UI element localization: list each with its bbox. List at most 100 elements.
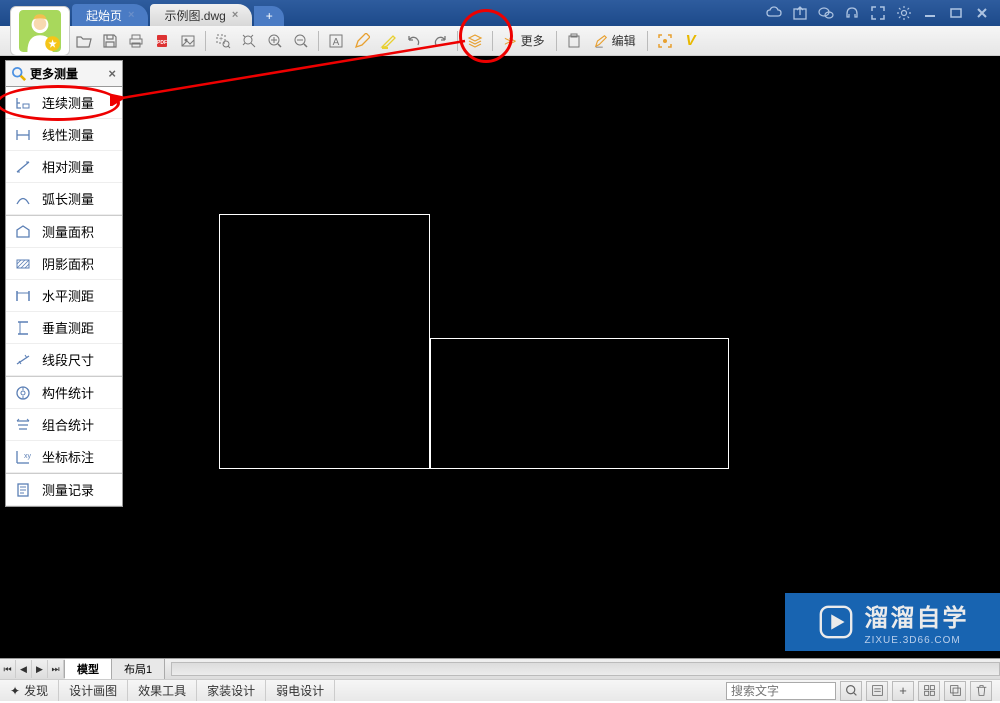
panel-title: 更多测量	[30, 65, 78, 82]
tab-close-icon[interactable]: ×	[232, 9, 238, 21]
panel-item-hatch-area[interactable]: 阴影面积	[6, 248, 122, 280]
combined-stat-icon	[14, 416, 32, 434]
drawing-canvas[interactable]	[0, 56, 1000, 658]
nav-prev[interactable]: ◀	[16, 660, 32, 678]
zoom-out-icon[interactable]	[289, 29, 313, 53]
panel-item-arc-measure[interactable]: 弧长测量	[6, 183, 122, 215]
print-icon[interactable]	[124, 29, 148, 53]
zoom-extents-icon[interactable]	[237, 29, 261, 53]
bottom-tab-label: 家装设计	[207, 682, 255, 699]
open-icon[interactable]	[72, 29, 96, 53]
zoom-window-icon[interactable]: +	[211, 29, 235, 53]
search-input[interactable]	[726, 682, 836, 700]
continuous-measure-icon	[14, 94, 32, 112]
panel-item-horizontal-dist[interactable]: 水平测距	[6, 280, 122, 312]
text-icon[interactable]: A	[324, 29, 348, 53]
watermark: 溜溜自学 ZIXUE.3D66.COM	[785, 593, 1000, 651]
panel-item-label: 测量记录	[42, 480, 94, 499]
bottom-tab-label: 效果工具	[138, 682, 186, 699]
headset-icon[interactable]	[844, 5, 860, 21]
settings-icon[interactable]	[896, 5, 912, 21]
compass-icon: ✦	[10, 684, 20, 698]
image-export-icon[interactable]	[176, 29, 200, 53]
panel-item-area-measure[interactable]: 测量面积	[6, 216, 122, 248]
watermark-url: ZIXUE.3D66.COM	[865, 635, 969, 646]
area-measure-icon	[14, 223, 32, 241]
horizontal-scrollbar[interactable]	[171, 662, 1000, 676]
panel-item-label: 线性测量	[42, 125, 94, 144]
panel-item-continuous-measure[interactable]: 连续测量	[6, 87, 122, 119]
bottom-tab-home-design[interactable]: 家装设计	[197, 680, 266, 701]
bottom-tab-weak-current[interactable]: 弱电设计	[266, 680, 335, 701]
nav-last[interactable]: ⏭	[48, 660, 64, 678]
layout-tab-layout1[interactable]: 布局1	[112, 659, 165, 679]
tab-close-icon[interactable]: ×	[128, 9, 134, 21]
panel-item-component-stat[interactable]: 构件统计	[6, 377, 122, 409]
panel-item-label: 组合统计	[42, 415, 94, 434]
user-avatar[interactable]	[10, 6, 70, 56]
highlighter-icon[interactable]	[376, 29, 400, 53]
panel-item-label: 测量面积	[42, 222, 94, 241]
nav-next[interactable]: ▶	[32, 660, 48, 678]
layers-icon[interactable]	[463, 29, 487, 53]
list-icon[interactable]	[866, 681, 888, 701]
panel-item-label: 线段尺寸	[42, 350, 94, 369]
tab-start[interactable]: 起始页 ×	[72, 4, 148, 26]
bottom-tab-label: 弱电设计	[276, 682, 324, 699]
pencil-icon[interactable]	[350, 29, 374, 53]
copy-icon[interactable]	[944, 681, 966, 701]
save-icon[interactable]	[98, 29, 122, 53]
bottom-tab-discover[interactable]: ✦ 发现	[0, 680, 59, 701]
fullscreen-icon[interactable]	[870, 5, 886, 21]
chevrons-icon: ≫	[504, 34, 517, 48]
vip-icon[interactable]: V	[679, 29, 703, 53]
panel-close-icon[interactable]: ×	[108, 66, 116, 81]
nav-first[interactable]: ⏮	[0, 660, 16, 678]
share-icon[interactable]	[792, 5, 808, 21]
measure-panel: 更多测量 × 连续测量 线性测量 相对测量 弧长测量 测量面积 阴影面积 水平测…	[5, 60, 123, 507]
zoom-in-icon[interactable]	[263, 29, 287, 53]
relative-measure-icon	[14, 158, 32, 176]
panel-item-combined-stat[interactable]: 组合统计	[6, 409, 122, 441]
tab-label: 示例图.dwg	[164, 7, 225, 24]
tab-add[interactable]: +	[254, 6, 284, 26]
panel-item-relative-measure[interactable]: 相对测量	[6, 151, 122, 183]
edit-button[interactable]: 编辑	[588, 29, 642, 53]
delete-icon[interactable]	[970, 681, 992, 701]
cloud-icon[interactable]	[766, 5, 782, 21]
search-button[interactable]	[840, 681, 862, 701]
panel-item-linear-measure[interactable]: 线性测量	[6, 119, 122, 151]
panel-item-segment-size[interactable]: 线段尺寸	[6, 344, 122, 376]
wechat-icon[interactable]	[818, 5, 834, 21]
minimize-icon[interactable]	[922, 5, 938, 21]
more-button[interactable]: ≫ 更多	[498, 29, 551, 53]
scan-icon[interactable]	[653, 29, 677, 53]
arc-measure-icon	[14, 190, 32, 208]
maximize-icon[interactable]	[948, 5, 964, 21]
panel-item-label: 连续测量	[42, 93, 94, 112]
linear-measure-icon	[14, 126, 32, 144]
clipboard-icon[interactable]	[562, 29, 586, 53]
svg-text:xy: xy	[24, 453, 31, 460]
tab-file[interactable]: 示例图.dwg ×	[150, 4, 252, 26]
bottom-tab-design-draw[interactable]: 设计画图	[59, 680, 128, 701]
undo-icon[interactable]	[402, 29, 426, 53]
bottom-tab-effect-tool[interactable]: 效果工具	[128, 680, 197, 701]
hatch-area-icon	[14, 255, 32, 273]
segment-size-icon	[14, 351, 32, 369]
redo-icon[interactable]	[428, 29, 452, 53]
panel-item-measure-record[interactable]: 测量记录	[6, 474, 122, 506]
pdf-icon[interactable]: PDF	[150, 29, 174, 53]
panel-item-coord-label[interactable]: xy 坐标标注	[6, 441, 122, 473]
layout-tab-model[interactable]: 模型	[65, 659, 112, 679]
edit-icon	[594, 34, 608, 48]
svg-text:PDF: PDF	[157, 40, 167, 46]
svg-text:A: A	[333, 37, 340, 48]
thumbnail-icon[interactable]	[918, 681, 940, 701]
panel-item-label: 水平测距	[42, 286, 94, 305]
add-icon[interactable]: +	[892, 681, 914, 701]
close-icon[interactable]	[974, 5, 990, 21]
panel-item-label: 相对测量	[42, 157, 94, 176]
panel-item-vertical-dist[interactable]: 垂直测距	[6, 312, 122, 344]
avatar-icon	[19, 10, 61, 52]
